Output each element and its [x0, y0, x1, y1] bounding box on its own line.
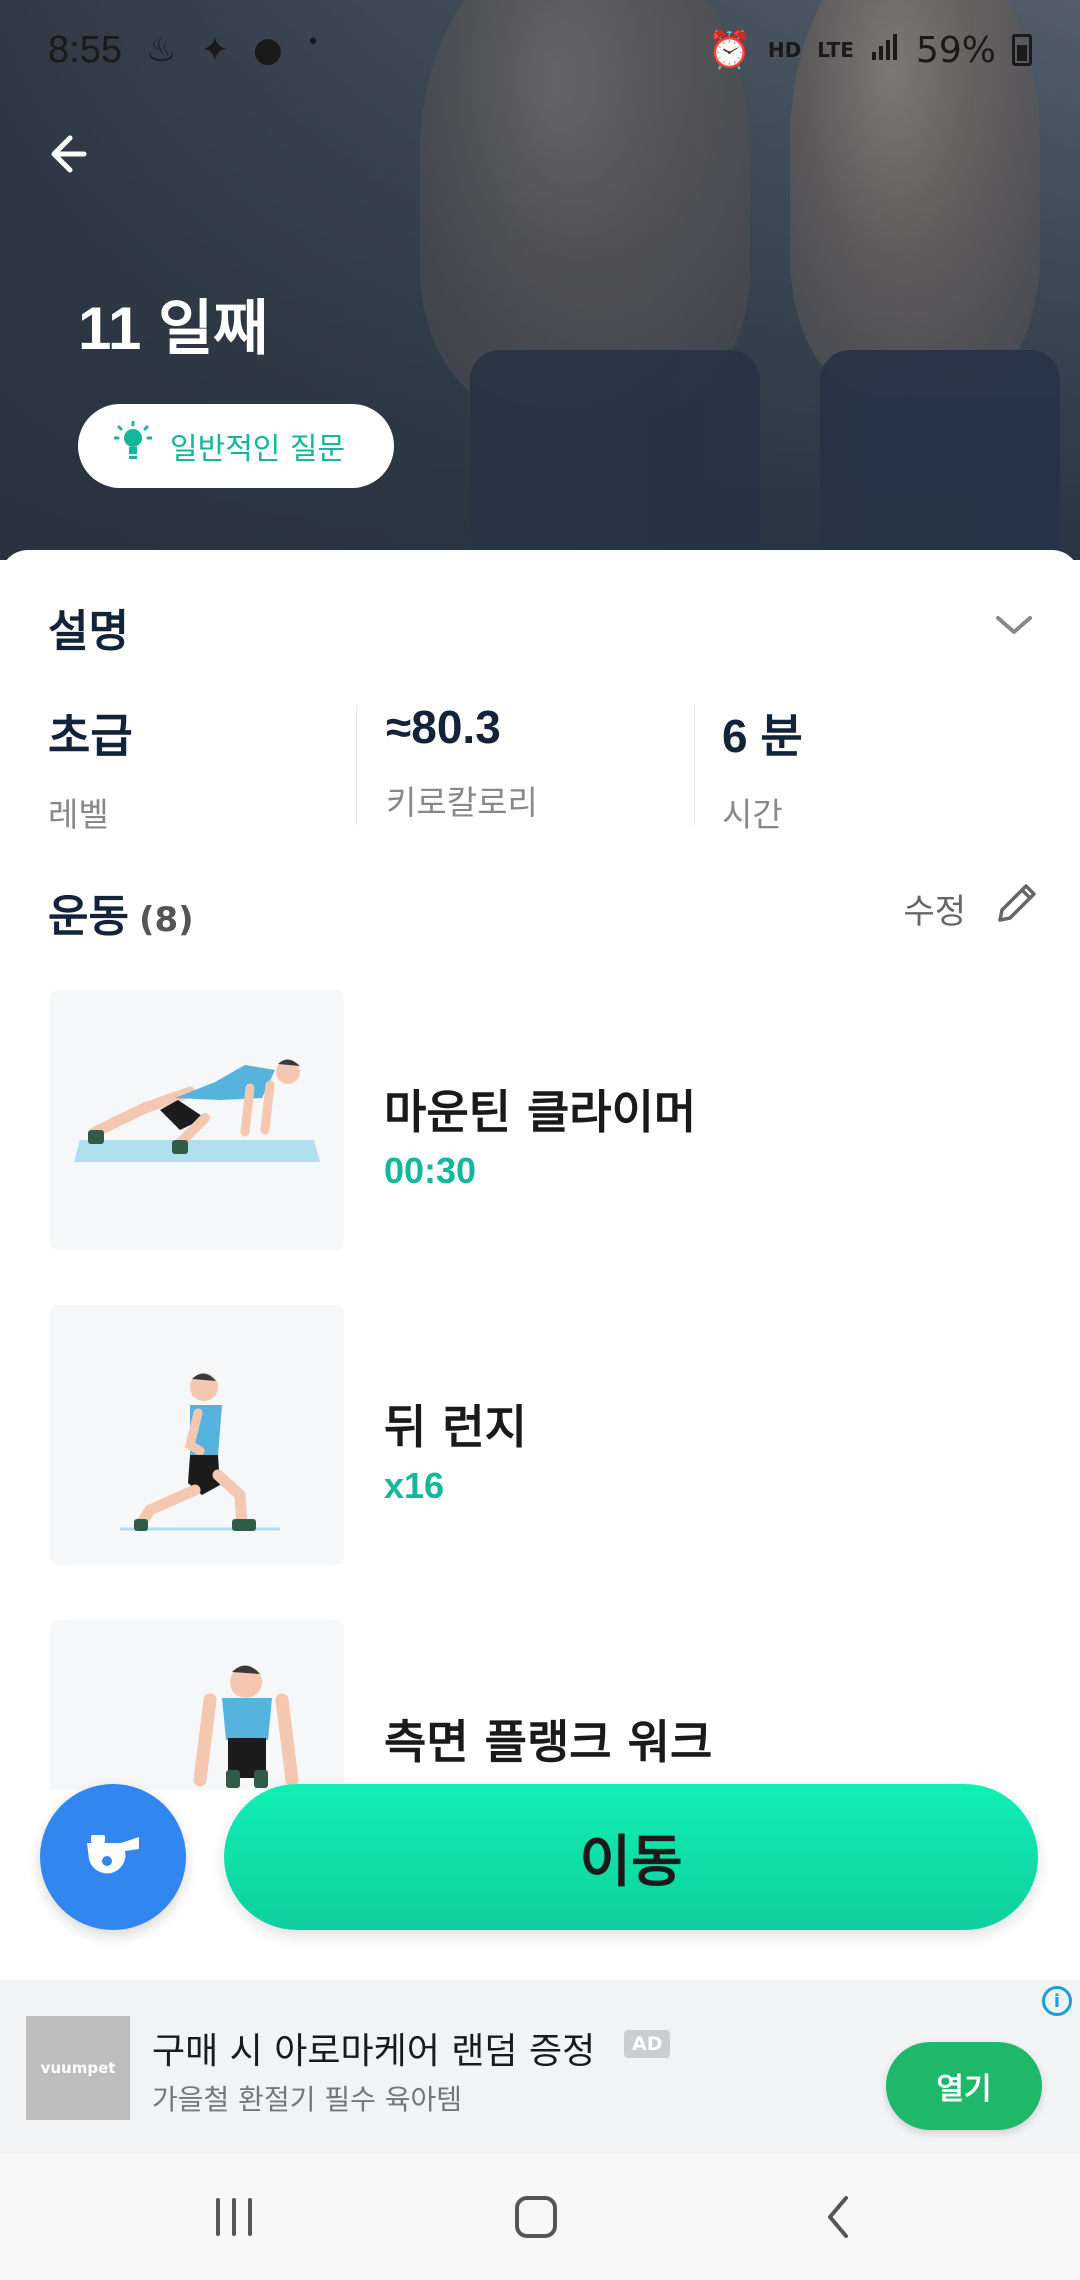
stat-label: 시간 [722, 795, 783, 834]
pencil-icon [990, 878, 1042, 939]
ad-title: 구매 시 아로마케어 랜덤 증정 [152, 2031, 596, 2072]
exercise-item[interactable]: 마운틴 클라이머 00:30 [0, 990, 1080, 1250]
exercise-reps: x16 [384, 1465, 445, 1506]
page-title: 11 일째 [78, 295, 269, 362]
info-icon[interactable]: i [1042, 1986, 1072, 2016]
faq-button[interactable]: 일반적인 질문 [78, 404, 394, 488]
exercise-item[interactable]: 측면 플랭크 워크 00:30 [0, 1620, 1080, 1790]
notification-icons: ♨ ✦ ● • [146, 30, 320, 70]
exercise-name: 마운틴 클라이머 [384, 1085, 697, 1139]
exercise-icon: ✦ [200, 30, 229, 70]
status-right: ⏰ HD LTE 59% [707, 29, 1032, 71]
back-arrow-icon[interactable] [36, 118, 108, 190]
ad-logo: vuumpet [26, 2016, 130, 2120]
stat-value: 초급 [48, 710, 133, 762]
stat-label: 키로칼로리 [386, 783, 538, 822]
divider [694, 705, 695, 825]
account-icon: ● [252, 30, 283, 70]
exercises-count: (8) [138, 900, 194, 940]
edit-button[interactable]: 수정 [903, 878, 1042, 939]
back-icon[interactable] [808, 2190, 868, 2244]
chevron-down-icon[interactable] [992, 606, 1036, 642]
exercise-thumbnail [50, 1620, 344, 1790]
exercise-name: 뒤 런지 [384, 1400, 527, 1454]
ad-open-button[interactable]: 열기 [886, 2042, 1042, 2130]
stat-calories: ≈80.3 키로칼로리 [386, 700, 538, 830]
stat-value: 6 분 [722, 710, 803, 762]
signal-icon [870, 30, 900, 71]
stat-value: ≈80.3 [386, 701, 501, 753]
stat-time: 6 분 시간 [722, 700, 803, 834]
alarm-icon: ⏰ [707, 30, 752, 71]
coach-whistle-button[interactable] [40, 1784, 186, 1930]
divider [356, 705, 357, 825]
start-button[interactable]: 이동 [224, 1784, 1038, 1930]
ad-banner[interactable]: i vuumpet 구매 시 아로마케어 랜덤 증정 AD 가을철 환절기 필수… [0, 1980, 1080, 2154]
status-time: 8:55 [48, 28, 122, 71]
system-nav-bar [0, 2154, 1080, 2280]
dot-icon: • [306, 30, 320, 55]
stat-level: 초급 레벨 [48, 700, 133, 834]
exercise-item[interactable]: 뒤 런지 x16 [0, 1305, 1080, 1565]
faq-label: 일반적인 질문 [170, 432, 346, 467]
home-icon[interactable] [506, 2190, 566, 2244]
exercise-name: 측면 플랭크 워크 [384, 1715, 713, 1769]
workout-stats: 초급 레벨 ≈80.3 키로칼로리 6 분 시간 [0, 700, 1080, 834]
exercise-thumbnail [50, 1305, 344, 1565]
stat-label: 레벨 [48, 795, 109, 834]
description-header[interactable]: 설명 [48, 595, 129, 659]
ad-badge: AD [624, 2030, 671, 2058]
exercise-duration: 00:30 [384, 1150, 477, 1191]
hd-indicator: HD [767, 38, 802, 62]
whistle-icon [81, 1829, 145, 1885]
lte-indicator: LTE [817, 38, 854, 62]
battery-percent: 59% [915, 29, 996, 71]
exercises-header: 운동 (8) [48, 880, 194, 944]
recent-apps-icon[interactable] [204, 2190, 264, 2244]
meditation-icon: ♨ [145, 30, 177, 70]
exercises-title: 운동 [48, 891, 129, 942]
ad-subtitle: 가을철 환절기 필수 육아템 [152, 2083, 463, 2116]
edit-label: 수정 [903, 892, 966, 932]
status-bar: 8:55 ♨ ✦ ● • ⏰ HD LTE 59% [0, 0, 1080, 100]
lightbulb-icon [113, 420, 153, 471]
exercise-thumbnail [50, 990, 344, 1250]
battery-icon [1012, 34, 1032, 66]
